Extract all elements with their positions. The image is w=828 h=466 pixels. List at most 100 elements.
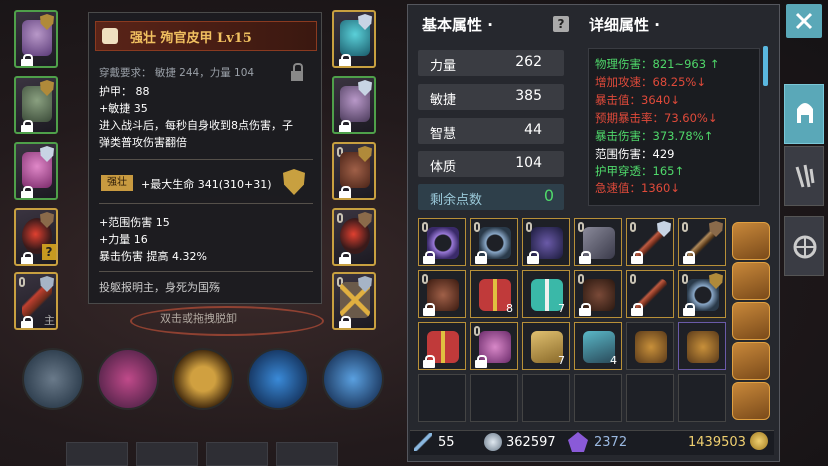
equip-slot-helmet[interactable] xyxy=(14,10,58,68)
skill-dash[interactable] xyxy=(247,348,309,410)
tab-equipment[interactable] xyxy=(784,84,824,144)
bonus-range-damage: +范围伤害 15 xyxy=(99,216,170,229)
lock-icon xyxy=(21,316,33,328)
bag-icon[interactable] xyxy=(732,302,770,340)
tooltip-header: 强壮 殉官皮甲 Lv15 xyxy=(95,21,317,51)
inv-slot[interactable] xyxy=(418,218,466,266)
bonus-strength: +力量 16 xyxy=(99,233,148,246)
lock-icon xyxy=(423,303,435,316)
item-count: 8 xyxy=(506,302,513,315)
inv-slot[interactable]: 4 xyxy=(574,322,622,370)
lock-icon xyxy=(21,186,33,198)
inv-slot[interactable] xyxy=(678,218,726,266)
inv-slot-empty[interactable] xyxy=(574,374,622,422)
detail-scrollbar[interactable] xyxy=(763,46,768,86)
lock-icon xyxy=(475,355,487,368)
inv-slot-empty[interactable] xyxy=(626,374,674,422)
inv-slot[interactable] xyxy=(678,322,726,370)
detail-phys-dmg: 物理伤害：821~963 ↑ xyxy=(595,57,720,71)
inv-slot-empty[interactable] xyxy=(418,374,466,422)
equip-slot-gloves[interactable] xyxy=(332,76,376,134)
gold-count: 1439503 xyxy=(688,435,746,450)
gloves-icon xyxy=(795,164,815,188)
inv-slot[interactable] xyxy=(470,218,518,266)
hotbar-slot[interactable] xyxy=(276,442,338,466)
orb-icon xyxy=(484,433,502,451)
hotbar-slot[interactable] xyxy=(136,442,198,466)
wheel-icon xyxy=(793,235,817,259)
equip-slot-bracer[interactable] xyxy=(332,10,376,68)
detail-crit-value: 暴击值：3640↓ xyxy=(595,93,680,107)
inv-slot[interactable]: 8 xyxy=(470,270,518,318)
lock-icon xyxy=(423,355,435,368)
skill-shadow[interactable] xyxy=(322,348,384,410)
effect-line-1: 进入战斗后，每秒自身收到8点伤害，子 xyxy=(99,119,293,132)
tab-wheel[interactable] xyxy=(784,216,824,276)
detail-atk-speed: 增加攻速：68.25%↓ xyxy=(595,75,706,89)
equip-slot-armor[interactable] xyxy=(14,142,58,200)
equip-slot-offhand[interactable] xyxy=(332,272,376,330)
divider xyxy=(99,271,313,272)
equip-slot-bomb-2[interactable] xyxy=(332,208,376,266)
inv-slot-empty[interactable] xyxy=(522,374,570,422)
equip-slot-bomb[interactable]: ? xyxy=(14,208,58,266)
detail-haste: 急速值：1360↓ xyxy=(595,181,680,195)
detail-armor-pen: 护甲穿透：165↑ xyxy=(595,164,685,178)
inv-slot[interactable] xyxy=(574,218,622,266)
help-icon[interactable]: ? xyxy=(553,16,569,32)
detail-crit-dmg: 暴击伤害：373.78%↑ xyxy=(595,129,714,143)
divider xyxy=(99,203,313,204)
equip-slot-boots[interactable] xyxy=(332,142,376,200)
inv-slot[interactable] xyxy=(418,270,466,318)
item-count: 7 xyxy=(558,302,565,315)
lock-icon xyxy=(21,120,33,132)
close-button[interactable] xyxy=(786,4,822,38)
inv-slot[interactable] xyxy=(626,322,674,370)
requirement-text: 穿戴要求： 敏捷 244，力量 104 xyxy=(99,67,255,79)
stat-value: 104 xyxy=(515,155,542,171)
skill-ring[interactable] xyxy=(172,348,234,410)
bag-icon[interactable] xyxy=(732,382,770,420)
basic-attr-title: 基本属性 · xyxy=(422,16,493,34)
bag-icon[interactable] xyxy=(732,342,770,380)
tab-gloves[interactable] xyxy=(784,146,824,206)
inv-slot[interactable]: 7 xyxy=(522,270,570,318)
skill-slash[interactable] xyxy=(22,348,84,410)
detail-attr-title: 详细属性 · xyxy=(589,16,660,34)
inv-slot[interactable] xyxy=(418,322,466,370)
bag-icon[interactable] xyxy=(732,262,770,300)
inv-slot[interactable] xyxy=(470,322,518,370)
item-count: 4 xyxy=(610,354,617,367)
skill-spin[interactable] xyxy=(97,348,159,410)
enhance-tag: 强壮 xyxy=(101,175,133,191)
inv-slot[interactable] xyxy=(574,270,622,318)
inv-slot[interactable] xyxy=(626,270,674,318)
lock-icon xyxy=(21,54,33,66)
equip-slot-main-weapon[interactable]: 主 xyxy=(14,272,58,330)
hotbar-slot[interactable] xyxy=(66,442,128,466)
backpack-item-icon xyxy=(687,331,719,363)
backpack-item-icon xyxy=(635,331,667,363)
lock-icon xyxy=(579,251,591,264)
divider xyxy=(99,159,313,160)
enhance-text: +最大生命 341(310+31) xyxy=(141,178,272,191)
inv-slot[interactable]: 7 xyxy=(522,322,570,370)
lock-icon xyxy=(683,303,695,316)
inv-slot[interactable] xyxy=(626,218,674,266)
inv-slot-empty[interactable] xyxy=(678,374,726,422)
stat-label: 力量 xyxy=(430,59,457,74)
inv-slot[interactable] xyxy=(678,270,726,318)
equip-slot-shoulder[interactable] xyxy=(14,76,58,134)
inv-slot[interactable] xyxy=(522,218,570,266)
helmet-icon xyxy=(797,103,813,123)
hotbar-slot[interactable] xyxy=(206,442,268,466)
bag-icon[interactable] xyxy=(732,222,770,260)
gold-coin-icon xyxy=(750,432,768,450)
shield-quality-icon xyxy=(283,169,305,195)
remaining-label: 剩余点数 xyxy=(430,193,483,208)
lock-icon xyxy=(339,120,351,132)
stat-value: 262 xyxy=(515,54,542,70)
inv-slot-empty[interactable] xyxy=(470,374,518,422)
glow-ring xyxy=(130,306,324,336)
agility-bonus: +敏捷 35 xyxy=(99,102,148,115)
